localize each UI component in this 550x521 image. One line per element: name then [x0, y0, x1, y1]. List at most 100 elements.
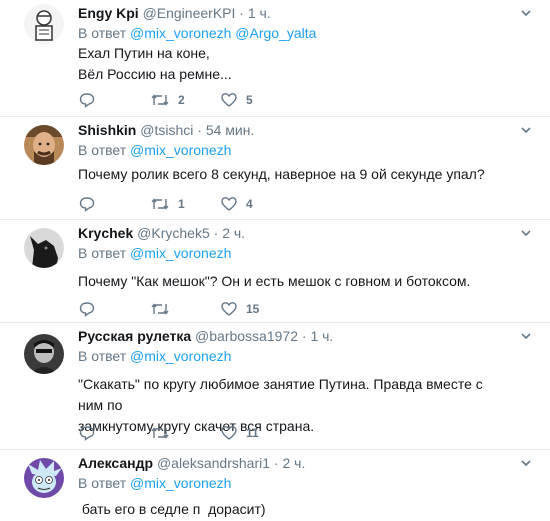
tweet-text: "Скакать" по кругу любимое занятие Путин…: [78, 374, 508, 437]
retweet-button[interactable]: [150, 300, 170, 318]
chevron-down-icon[interactable]: [520, 6, 532, 18]
reply-context: В ответ @mix_voronezh: [78, 141, 231, 159]
avatar[interactable]: [24, 334, 64, 374]
tweet-text-line: бать его в седле п дорасит): [78, 501, 266, 517]
reply-prefix: В ответ: [78, 25, 127, 41]
retweet-button[interactable]: 2: [150, 91, 185, 109]
retweet-count: 2: [178, 93, 185, 107]
timestamp[interactable]: 54 мин.: [206, 122, 255, 138]
avatar-image: [24, 228, 64, 268]
like-button[interactable]: 5: [220, 91, 253, 109]
reply-context: В ответ @mix_voronezh @Argo_yalta: [78, 24, 316, 42]
avatar[interactable]: [24, 4, 64, 44]
mention-link[interactable]: @Argo_yalta: [235, 25, 316, 41]
display-name[interactable]: Krychek: [78, 225, 133, 241]
mention-link[interactable]: @mix_voronezh: [130, 245, 231, 261]
tweet-text-line: замкнутому кругу скачет вся страна.: [78, 418, 315, 434]
reply-button[interactable]: [78, 91, 96, 109]
tweet-text-line: "Скакать" по кругу любимое занятие Путин…: [78, 376, 483, 413]
display-name[interactable]: Русская рулетка: [78, 328, 191, 344]
display-name[interactable]: Shishkin: [78, 122, 136, 138]
timestamp[interactable]: 1 ч.: [310, 328, 333, 344]
avatar[interactable]: [24, 125, 64, 165]
reply-button[interactable]: [78, 195, 96, 213]
retweet-button[interactable]: 1: [150, 195, 185, 213]
separator-dot: ·: [273, 455, 279, 471]
reply-context: В ответ @mix_voronezh: [78, 474, 231, 492]
retweet-icon: [151, 94, 169, 106]
tweet[interactable]: Krychek @Krychek5 · 2 ч. В ответ @mix_vo…: [0, 220, 550, 322]
avatar[interactable]: [24, 228, 64, 268]
user-handle[interactable]: @EngineerKPI: [143, 5, 236, 21]
avatar-image: [24, 458, 64, 498]
reply-context: В ответ @mix_voronezh: [78, 347, 231, 365]
tweet-text-line: Вёл Россию на ремне...: [78, 66, 232, 82]
user-handle[interactable]: @tsishci: [140, 122, 193, 138]
avatar[interactable]: [24, 458, 64, 498]
reply-context: В ответ @mix_voronezh: [78, 244, 231, 262]
tweet[interactable]: Engy Kpi @EngineerKPI · 1 ч. В ответ @mi…: [0, 0, 550, 115]
separator-dot: ·: [239, 5, 244, 21]
heart-icon: [221, 302, 237, 316]
heart-icon: [221, 426, 237, 440]
heart-icon: [221, 197, 237, 211]
mention-link[interactable]: @mix_voronezh: [130, 142, 231, 158]
tweet-text-line: Ехал Путин на коне,: [78, 45, 210, 61]
timestamp[interactable]: 2 ч.: [282, 455, 305, 471]
tweet[interactable]: Русская рулетка @barbossa1972 · 1 ч. В о…: [0, 323, 550, 448]
separator-dot: ·: [197, 122, 202, 138]
retweet-button[interactable]: [150, 424, 170, 442]
tweet-text-line: Почему ролик всего 8 секунд, наверное на…: [78, 166, 485, 182]
reply-prefix: В ответ: [78, 142, 127, 158]
like-button[interactable]: 4: [220, 195, 253, 213]
like-button[interactable]: 15: [220, 300, 259, 318]
display-name[interactable]: Engy Kpi: [78, 5, 139, 21]
separator-dot: ·: [301, 328, 307, 344]
reply-prefix: В ответ: [78, 475, 127, 491]
chevron-down-icon[interactable]: [520, 123, 532, 135]
mention-link[interactable]: @mix_voronezh: [130, 348, 231, 364]
user-handle[interactable]: @barbossa1972: [195, 328, 298, 344]
user-handle[interactable]: @aleksandrshari1: [157, 455, 270, 471]
retweet-icon: [151, 303, 169, 315]
tweet-text: Ехал Путин на коне, Вёл Россию на ремне.…: [78, 43, 508, 85]
tweet-header: Krychek @Krychek5 · 2 ч.: [78, 224, 245, 242]
reply-prefix: В ответ: [78, 245, 127, 261]
chevron-down-icon[interactable]: [520, 456, 532, 468]
like-count: 15: [246, 302, 260, 316]
tweet-text: Почему ролик всего 8 секунд, наверное на…: [78, 164, 508, 185]
chevron-down-icon[interactable]: [520, 329, 532, 341]
like-count: 4: [246, 197, 253, 211]
retweet-icon: [151, 198, 169, 210]
heart-icon: [221, 93, 237, 107]
mention-link[interactable]: @mix_voronezh: [130, 475, 231, 491]
like-count: 5: [246, 93, 253, 107]
retweet-count: 1: [178, 197, 185, 211]
tweet[interactable]: Александр @aleksandrshari1 · 2 ч. В отве…: [0, 450, 550, 521]
reply-prefix: В ответ: [78, 348, 127, 364]
reply-icon: [79, 302, 95, 317]
avatar-image: [24, 4, 64, 44]
reply-icon: [79, 426, 95, 441]
tweet-header: Александр @aleksandrshari1 · 2 ч.: [78, 454, 305, 472]
retweet-icon: [151, 427, 169, 439]
timestamp[interactable]: 2 ч.: [222, 225, 245, 241]
tweet-header: Engy Kpi @EngineerKPI · 1 ч.: [78, 4, 271, 22]
avatar-image: [24, 334, 64, 374]
reply-icon: [79, 197, 95, 212]
user-handle[interactable]: @Krychek5: [137, 225, 210, 241]
avatar-image: [24, 125, 64, 165]
tweet[interactable]: Shishkin @tsishci · 54 мин. В ответ @mix…: [0, 117, 550, 217]
separator-dot: ·: [213, 225, 219, 241]
reply-button[interactable]: [78, 300, 96, 318]
tweet-header: Русская рулетка @barbossa1972 · 1 ч.: [78, 327, 333, 345]
tweet-text: бать его в седле п дорасит): [78, 499, 508, 520]
like-button[interactable]: 11: [220, 424, 259, 442]
mention-link[interactable]: @mix_voronezh: [130, 25, 231, 41]
display-name[interactable]: Александр: [78, 455, 153, 471]
reply-button[interactable]: [78, 424, 96, 442]
reply-icon: [79, 93, 95, 108]
timestamp[interactable]: 1 ч.: [248, 5, 271, 21]
reply-feed: Engy Kpi @EngineerKPI · 1 ч. В ответ @mi…: [0, 0, 550, 521]
chevron-down-icon[interactable]: [520, 226, 532, 238]
